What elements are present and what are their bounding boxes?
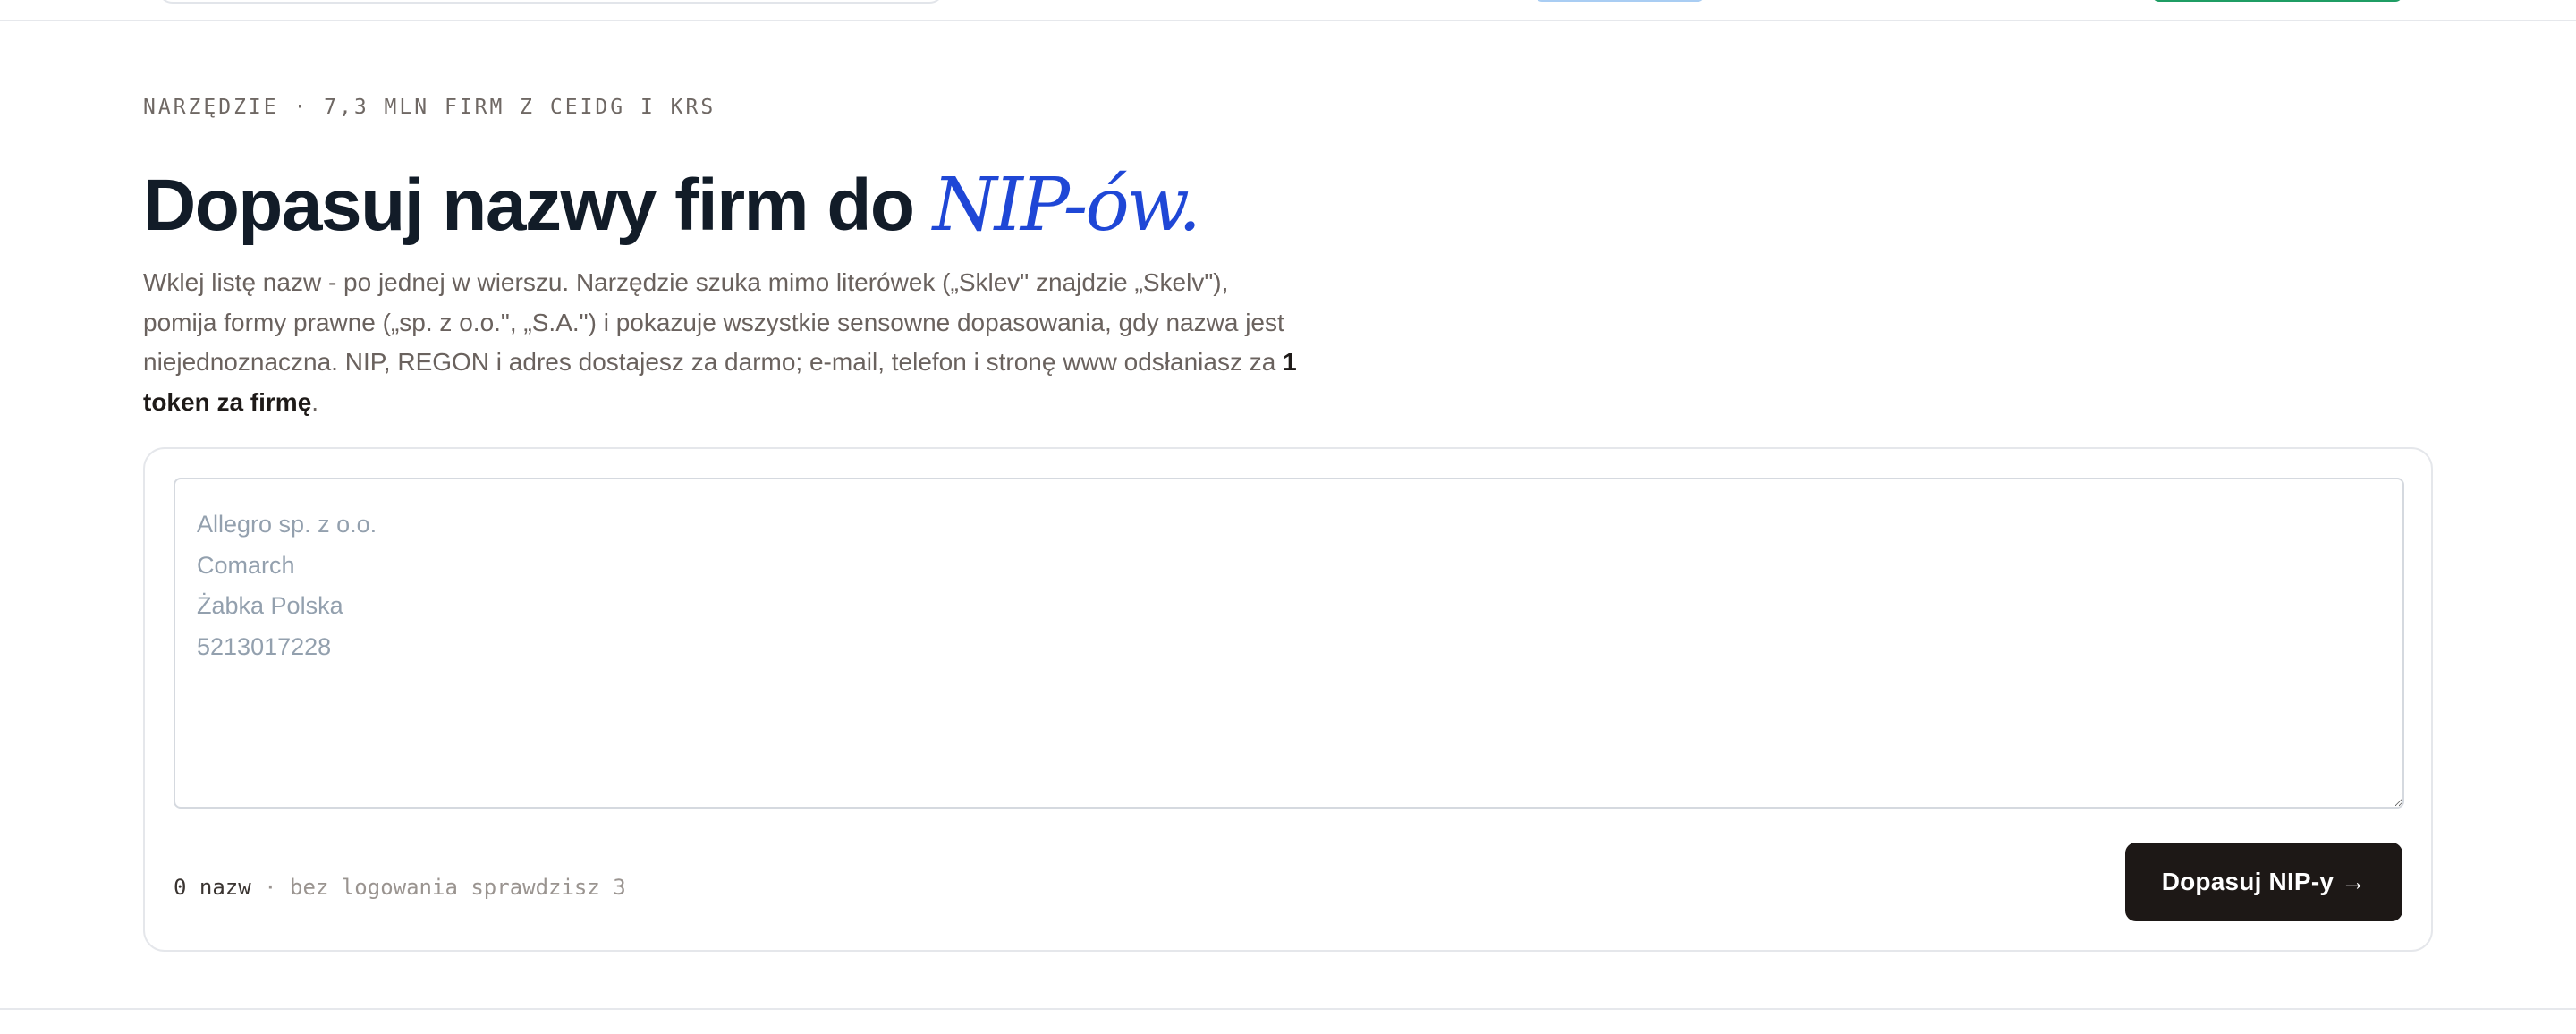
- page-title-accent: NIP-ów.: [932, 163, 1201, 248]
- free-checks-hint: · bez logowania sprawdzisz 3: [250, 875, 626, 900]
- match-form-card: 0 nazw · bez logowania sprawdzisz 3 Dopa…: [143, 447, 2433, 952]
- eyebrow-label: NARZĘDZIE · 7,3 MLN FIRM Z CEIDG I KRS: [143, 96, 716, 119]
- nav-pill-button[interactable]: [1535, 0, 1705, 2]
- nav-search-field[interactable]: [157, 0, 945, 4]
- lead-end: .: [311, 387, 319, 416]
- top-navigation-bar: [0, 0, 2576, 21]
- names-count: 0 nazw: [174, 875, 251, 900]
- page-title: Dopasuj nazwy firm do NIP-ów.: [143, 163, 2433, 249]
- match-nip-button[interactable]: Dopasuj NIP-y →: [2125, 843, 2402, 921]
- lead-description: Wklej listę nazw - po jednej w wierszu. …: [143, 263, 1306, 422]
- company-names-input[interactable]: [174, 478, 2404, 809]
- hero-section: NARZĘDZIE · 7,3 MLN FIRM Z CEIDG I KRS D…: [143, 89, 2433, 422]
- lead-text: Wklej listę nazw - po jednej w wierszu. …: [143, 268, 1284, 376]
- page-title-main: Dopasuj nazwy firm do: [143, 165, 933, 246]
- nav-cta-button[interactable]: [2152, 0, 2402, 2]
- input-counter: 0 nazw · bez logowania sprawdzisz 3: [174, 869, 626, 905]
- section-divider: [0, 1008, 2576, 1010]
